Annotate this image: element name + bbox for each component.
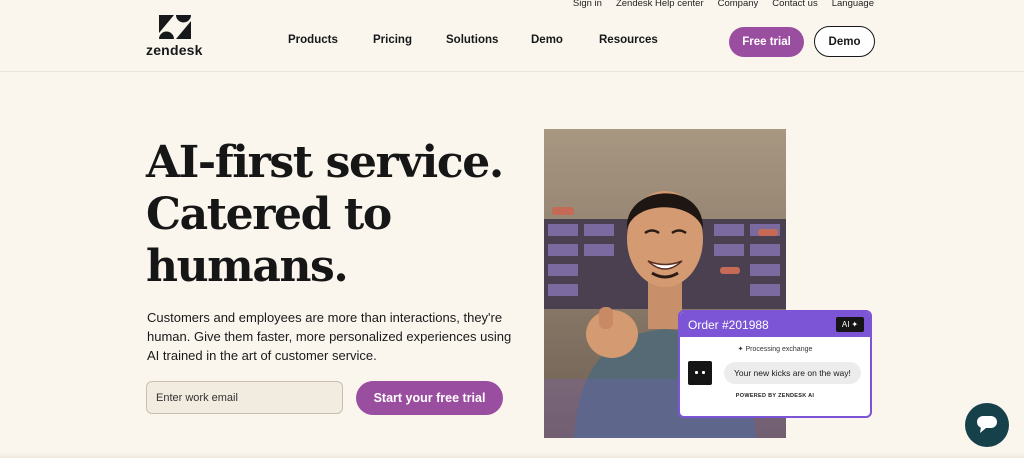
logo-wordmark: zendesk — [146, 42, 203, 58]
zendesk-z-icon — [159, 15, 191, 39]
main-nav: Products Pricing Solutions Demo Resource… — [288, 34, 679, 46]
processing-status: ✦ Processing exchange — [680, 345, 870, 353]
ai-badge-label: AI — [841, 320, 850, 329]
message-bubble: Your new kicks are on the way! — [724, 362, 861, 384]
hero-title: AI-first service. Catered to humans. — [146, 137, 504, 293]
site-header: zendesk Products Pricing Solutions Demo … — [0, 0, 1024, 72]
powered-by-label: POWERED BY ZENDESK AI — [735, 393, 815, 399]
chat-bubble-icon — [977, 416, 997, 433]
hero-subtitle: Customers and employees are more than in… — [147, 310, 512, 363]
nav-demo[interactable]: Demo — [531, 34, 599, 46]
work-email-input[interactable]: Enter work email — [146, 381, 343, 414]
chat-message: Your new kicks are on the way! — [680, 361, 870, 385]
demo-button[interactable]: Demo — [814, 26, 875, 57]
bot-avatar-icon — [688, 361, 712, 385]
sparkle-icon: ✦ — [851, 320, 859, 329]
page-bottom-fade — [0, 452, 1024, 458]
nav-resources[interactable]: Resources — [599, 34, 679, 46]
hero-title-line: humans. — [146, 241, 349, 292]
start-free-trial-button[interactable]: Start your free trial — [356, 381, 503, 415]
processing-label: Processing exchange — [745, 346, 813, 353]
free-trial-button[interactable]: Free trial — [729, 27, 804, 57]
hero-title-line: Catered to — [146, 189, 392, 240]
nav-products[interactable]: Products — [288, 34, 373, 46]
order-header: Order #201988 AI ✦ — [680, 312, 870, 337]
chat-widget-button[interactable] — [965, 403, 1009, 447]
nav-pricing[interactable]: Pricing — [373, 34, 446, 46]
nav-solutions[interactable]: Solutions — [446, 34, 531, 46]
ai-chat-card: Order #201988 AI ✦ ✦ Processing exchange… — [678, 310, 872, 418]
zendesk-logo[interactable]: zendesk — [146, 14, 206, 58]
hero-title-line: AI-first service. — [146, 137, 504, 188]
order-number: Order #201988 — [688, 317, 769, 332]
ai-badge: AI ✦ — [836, 317, 864, 332]
